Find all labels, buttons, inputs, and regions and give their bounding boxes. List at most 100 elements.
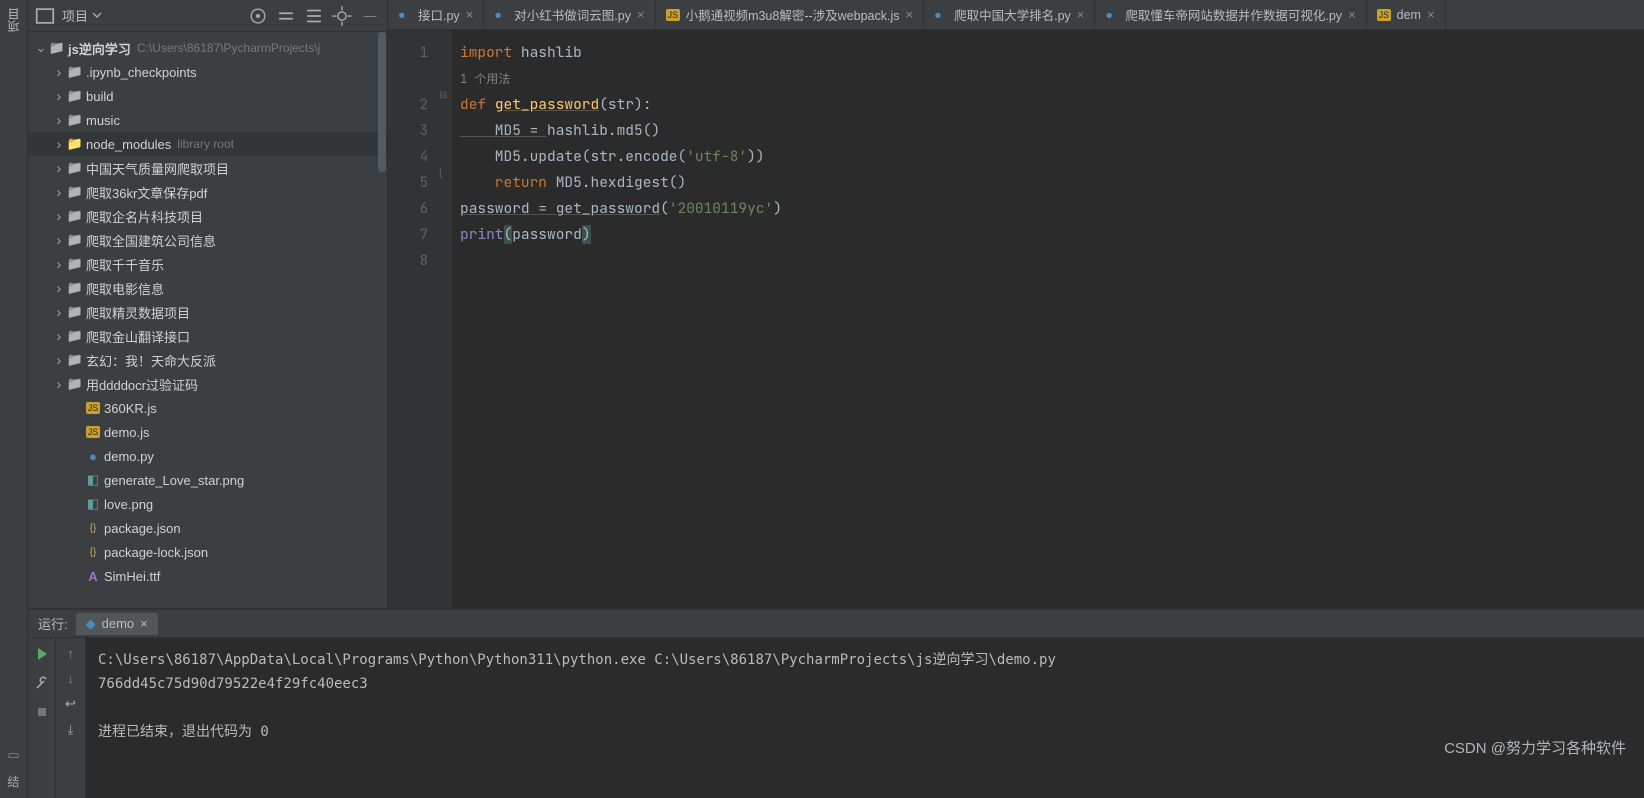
- tree-item[interactable]: package.json: [28, 516, 387, 540]
- tree-item-label: node_modules: [86, 137, 171, 152]
- console-output[interactable]: C:\Users\86187\AppData\Local\Programs\Py…: [86, 638, 1644, 798]
- python-icon: ◆: [86, 616, 96, 632]
- project-panel-header: 项目 —: [28, 0, 387, 32]
- close-icon[interactable]: ×: [1348, 7, 1356, 22]
- folder-icon: [66, 232, 84, 248]
- locate-icon[interactable]: [247, 5, 269, 27]
- tree-item[interactable]: 玄幻：我！天命大反派: [28, 348, 387, 372]
- chevron-right-icon[interactable]: [52, 208, 66, 224]
- project-panel-title[interactable]: 项目: [62, 6, 102, 25]
- bookmark-icon[interactable]: ▭: [7, 747, 19, 763]
- tree-item[interactable]: generate_Love_star.png: [28, 468, 387, 492]
- tree-item[interactable]: music: [28, 108, 387, 132]
- chevron-right-icon[interactable]: [52, 352, 66, 368]
- gear-icon[interactable]: [331, 5, 353, 27]
- structure-bottom-label[interactable]: 结: [7, 773, 19, 790]
- fold-gutter[interactable]: ⊟ ⌊: [438, 30, 452, 608]
- chevron-right-icon[interactable]: [52, 112, 66, 128]
- down-arrow-icon[interactable]: ↓: [67, 671, 74, 686]
- close-icon[interactable]: ×: [637, 7, 645, 22]
- close-icon[interactable]: ×: [1077, 7, 1085, 22]
- root-name: js逆向学习: [68, 39, 131, 58]
- chevron-right-icon[interactable]: [52, 328, 66, 344]
- run-tab[interactable]: ◆ demo ×: [76, 613, 158, 635]
- wrench-icon[interactable]: [34, 675, 50, 694]
- json-icon: [84, 523, 102, 534]
- chevron-right-icon[interactable]: [52, 160, 66, 176]
- tab-label: 小鹅通视频m3u8解密--涉及webpack.js: [686, 5, 900, 24]
- chevron-right-icon[interactable]: [52, 376, 66, 392]
- py-icon: [398, 8, 412, 22]
- editor-tab[interactable]: 小鹅通视频m3u8解密--涉及webpack.js ×: [656, 0, 925, 29]
- gutter-line: 6: [388, 196, 428, 222]
- tree-item[interactable]: .ipynb_checkpoints: [28, 60, 387, 84]
- tree-item-label: demo.js: [104, 425, 150, 440]
- tree-scrollbar[interactable]: [378, 32, 386, 608]
- project-view-icon[interactable]: [34, 5, 56, 27]
- tree-item[interactable]: 爬取千千音乐: [28, 252, 387, 276]
- folder-icon: [66, 256, 84, 272]
- tree-item-label: 爬取全国建筑公司信息: [86, 231, 216, 250]
- chevron-right-icon[interactable]: [52, 64, 66, 80]
- run-play-icon[interactable]: [34, 646, 50, 665]
- js-icon: [666, 9, 680, 21]
- tree-item[interactable]: 爬取金山翻译接口: [28, 324, 387, 348]
- chevron-right-icon[interactable]: [52, 88, 66, 104]
- gutter-line: 2: [388, 92, 428, 118]
- editor-tab[interactable]: dem×: [1367, 0, 1446, 29]
- tree-root[interactable]: js逆向学习 C:\Users\86187\PycharmProjects\j: [28, 36, 387, 60]
- close-icon[interactable]: ×: [906, 7, 914, 22]
- tree-item[interactable]: 爬取精灵数据项目: [28, 300, 387, 324]
- project-tree[interactable]: js逆向学习 C:\Users\86187\PycharmProjects\j …: [28, 32, 387, 608]
- chevron-right-icon[interactable]: [52, 184, 66, 200]
- expand-all-icon[interactable]: [275, 5, 297, 27]
- fold-open-icon[interactable]: ⊟: [439, 90, 447, 101]
- tree-item-label: music: [86, 113, 120, 128]
- chevron-right-icon[interactable]: [52, 136, 66, 152]
- project-tool-label[interactable]: 项目: [5, 8, 22, 32]
- tree-item[interactable]: 爬取36kr文章保存pdf: [28, 180, 387, 204]
- code-content[interactable]: import hashlib 1 个用法 def get_password(st…: [452, 30, 1644, 608]
- editor-tab[interactable]: 对小红书做词云图.py×: [484, 0, 655, 29]
- chevron-right-icon[interactable]: [52, 232, 66, 248]
- hide-panel-icon[interactable]: —: [359, 5, 381, 27]
- gutter-line: 4: [388, 144, 428, 170]
- tree-item[interactable]: 爬取全国建筑公司信息: [28, 228, 387, 252]
- chevron-right-icon[interactable]: [52, 304, 66, 320]
- soft-wrap-icon[interactable]: ↩: [65, 696, 76, 712]
- tree-item[interactable]: build: [28, 84, 387, 108]
- chevron-right-icon[interactable]: [52, 256, 66, 272]
- chevron-down-icon[interactable]: [34, 40, 48, 56]
- stop-icon[interactable]: [34, 704, 50, 723]
- scroll-to-end-icon[interactable]: ⤓: [68, 722, 74, 738]
- js-icon: [1377, 9, 1391, 21]
- chevron-right-icon[interactable]: [52, 280, 66, 296]
- png-icon: [84, 472, 102, 488]
- editor-tab[interactable]: 爬取懂车帝网站数据并作数据可视化.py ×: [1095, 0, 1366, 29]
- tree-item[interactable]: demo.py: [28, 444, 387, 468]
- fold-close-icon[interactable]: ⌊: [439, 168, 443, 179]
- tree-item[interactable]: package-lock.json: [28, 540, 387, 564]
- tree-scrollbar-thumb[interactable]: [378, 32, 386, 172]
- tree-item[interactable]: 爬取企名片科技项目: [28, 204, 387, 228]
- tab-label: 爬取懂车帝网站数据并作数据可视化.py: [1125, 5, 1342, 24]
- editor[interactable]: 12345678 ⊟ ⌊ import hashlib 1 个用法 def ge…: [388, 30, 1644, 608]
- tree-item[interactable]: 用ddddocr过验证码: [28, 372, 387, 396]
- editor-tab[interactable]: 接口.py×: [388, 0, 484, 29]
- editor-tab[interactable]: 爬取中国大学排名.py×: [924, 0, 1095, 29]
- tree-item[interactable]: node_moduleslibrary root: [28, 132, 387, 156]
- py-icon: [84, 449, 102, 464]
- tree-item[interactable]: 中国天气质量网爬取项目: [28, 156, 387, 180]
- close-icon[interactable]: ×: [140, 616, 148, 631]
- tree-item[interactable]: demo.js: [28, 420, 387, 444]
- up-arrow-icon[interactable]: ↑: [67, 646, 74, 661]
- collapse-all-icon[interactable]: [303, 5, 325, 27]
- close-icon[interactable]: ×: [466, 7, 474, 22]
- tree-item[interactable]: love.png: [28, 492, 387, 516]
- close-icon[interactable]: ×: [1427, 7, 1435, 22]
- tree-item[interactable]: SimHei.ttf: [28, 564, 387, 588]
- folder-icon: [66, 112, 84, 128]
- tree-item[interactable]: 360KR.js: [28, 396, 387, 420]
- gutter-line: 5: [388, 170, 428, 196]
- tree-item[interactable]: 爬取电影信息: [28, 276, 387, 300]
